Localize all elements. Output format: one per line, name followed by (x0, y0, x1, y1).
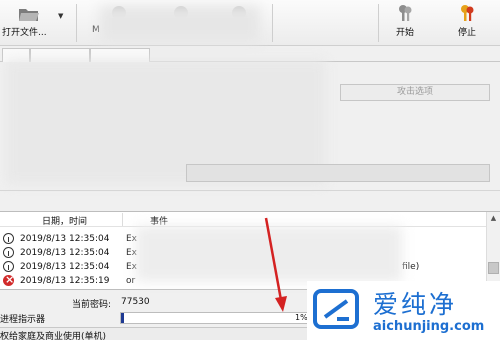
log-datetime: 2019/8/13 12:35:04 (20, 234, 110, 244)
progress-percent: 1% (295, 313, 308, 322)
log-event: or (126, 276, 136, 286)
scroll-thumb[interactable] (488, 262, 499, 274)
log-datetime: 2019/8/13 12:35:04 (20, 248, 110, 258)
info-icon (3, 261, 14, 272)
log-event-tail: file) (402, 262, 420, 272)
log-header: 日期，时间 事件 (0, 212, 486, 227)
stop-button[interactable]: 停止 (447, 0, 487, 46)
keys-icon (399, 5, 412, 21)
watermark-logo-icon (313, 289, 359, 329)
datetime-column-header[interactable]: 日期，时间 (42, 214, 87, 227)
info-icon (3, 247, 14, 258)
toolbar-separator (378, 4, 379, 42)
blurred-region (100, 6, 260, 42)
stop-keys-icon (461, 5, 474, 21)
start-label: 开始 (395, 28, 414, 38)
log-datetime: 2019/8/13 12:35:04 (20, 262, 110, 272)
open-file-button[interactable]: 打开文件... ▼ (0, 0, 74, 46)
watermark-url: aichunjing.com (373, 319, 485, 334)
error-icon (3, 273, 14, 286)
column-divider[interactable] (122, 213, 123, 226)
status-text: 权给家庭及商业使用(单机) (0, 332, 107, 340)
toolbar-m-label: M (92, 25, 100, 35)
open-file-label: 打开文件... (2, 28, 47, 38)
dropdown-arrow-icon[interactable]: ▼ (58, 12, 63, 20)
current-password-value: 77530 (121, 297, 150, 307)
blurred-log-region (136, 226, 402, 282)
start-button[interactable]: 开始 (385, 0, 425, 46)
section-divider (0, 190, 500, 191)
disabled-field[interactable] (186, 164, 490, 182)
toolbar-separator (272, 4, 273, 42)
attack-options-button[interactable]: 攻击选项 (340, 84, 490, 101)
log-scrollbar[interactable]: ▲ ▼ (486, 212, 500, 289)
watermark-text: 爱纯净 (373, 290, 458, 319)
toolbar-separator (76, 4, 77, 42)
progress-fill (121, 313, 124, 323)
watermark: 爱纯净 aichunjing.com (307, 281, 500, 340)
folder-open-icon (19, 9, 39, 21)
stop-label: 停止 (457, 28, 476, 38)
progress-bar (120, 312, 310, 324)
log-datetime: 2019/8/13 12:35:19 (20, 276, 110, 286)
info-icon (3, 233, 14, 244)
progress-label: 进程指示器 (0, 315, 46, 325)
current-password-label: 当前密码: (72, 300, 112, 310)
scroll-up-icon[interactable]: ▲ (487, 212, 500, 225)
